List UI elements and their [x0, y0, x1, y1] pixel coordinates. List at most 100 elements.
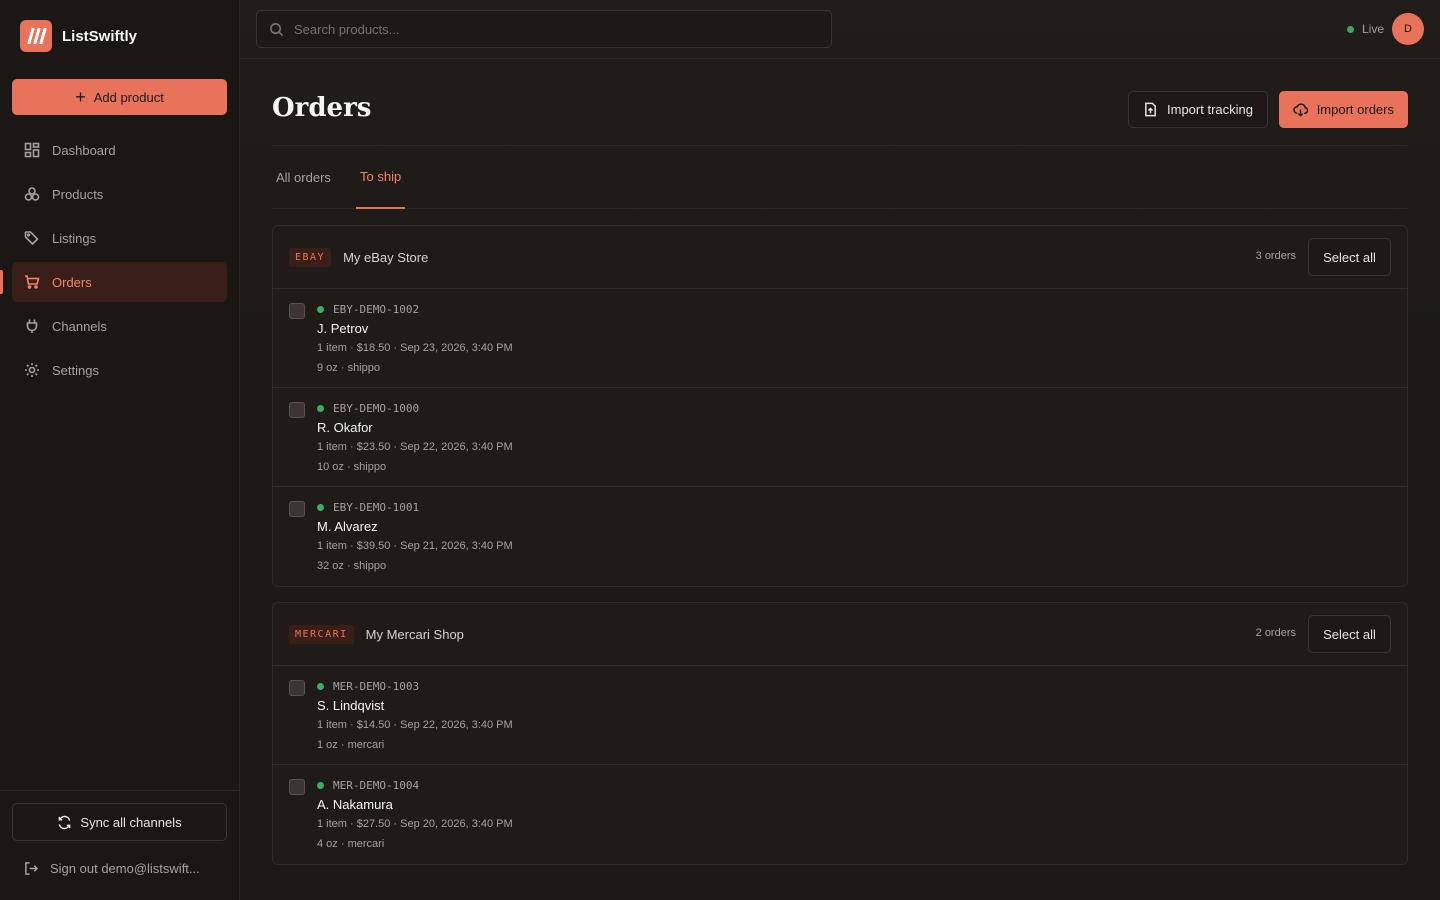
- order-id: MER-DEMO-1004: [317, 779, 419, 792]
- store-name: My eBay Store: [343, 249, 429, 265]
- store-name: My Mercari Shop: [365, 626, 464, 642]
- buyer-name: A. Nakamura: [317, 797, 393, 812]
- sign-out-label: Sign out demo@listswift...: [50, 861, 200, 876]
- order-checkbox[interactable]: [289, 779, 305, 795]
- channel-group-mercari: MERCARI My Mercari Shop 2 orders Select …: [272, 602, 1408, 865]
- order-row[interactable]: EBY-DEMO-1002 J. Petrov 1 item · $18.50 …: [273, 289, 1407, 388]
- order-count: 2 orders: [1255, 627, 1296, 639]
- tag-icon: [24, 231, 39, 246]
- import-tracking-button[interactable]: Import tracking: [1128, 91, 1268, 128]
- brand[interactable]: ListSwiftly: [0, 0, 239, 72]
- order-row[interactable]: EBY-DEMO-1001 M. Alvarez 1 item · $39.50…: [273, 487, 1407, 586]
- buyer-name: J. Petrov: [317, 321, 369, 336]
- cloud-download-icon: [1292, 103, 1308, 117]
- order-meta: 1 item · $23.50 · Sep 22, 2026, 3:40 PM: [317, 441, 513, 453]
- status-dot: [317, 683, 324, 690]
- live-status: Live: [1346, 22, 1384, 36]
- import-orders-button[interactable]: Import orders: [1278, 91, 1408, 128]
- search-icon: [270, 22, 284, 36]
- sidebar-item-settings[interactable]: Settings: [12, 350, 227, 390]
- tab-to-ship[interactable]: To ship: [356, 146, 406, 209]
- order-id: MER-DEMO-1003: [317, 680, 419, 693]
- import-orders-label: Import orders: [1316, 102, 1394, 117]
- order-row[interactable]: MER-DEMO-1004 A. Nakamura 1 item · $27.5…: [273, 765, 1407, 864]
- order-checkbox[interactable]: [289, 680, 305, 696]
- sidebar-item-orders[interactable]: Orders: [0, 262, 227, 302]
- shipping-meta: 1 oz · mercari: [317, 739, 385, 751]
- orders-content: Orders Import tracking Import orders All…: [272, 59, 1408, 865]
- dashboard-icon: [24, 142, 40, 158]
- sidebar-item-label: Settings: [52, 362, 99, 378]
- sidebar-item-listings[interactable]: Listings: [12, 218, 227, 258]
- brand-name: ListSwiftly: [62, 27, 138, 45]
- file-upload-icon: [1145, 102, 1156, 117]
- order-id-text: EBY-DEMO-1000: [333, 402, 420, 415]
- order-checkbox[interactable]: [289, 303, 305, 319]
- order-id-text: EBY-DEMO-1002: [333, 303, 420, 316]
- order-id-text: MER-DEMO-1003: [333, 680, 420, 693]
- channel-tag: EBAY: [289, 247, 332, 267]
- order-row[interactable]: EBY-DEMO-1000 R. Okafor 1 item · $23.50 …: [273, 388, 1407, 487]
- select-all-button[interactable]: Select all: [1308, 615, 1391, 653]
- order-meta: 1 item · $27.50 · Sep 20, 2026, 3:40 PM: [317, 818, 513, 830]
- sync-label: Sync all channels: [80, 814, 182, 830]
- order-id: EBY-DEMO-1000: [317, 402, 419, 415]
- sidebar-item-label: Orders: [52, 274, 92, 290]
- status-dot: [317, 306, 324, 313]
- order-meta: 1 item · $14.50 · Sep 22, 2026, 3:40 PM: [317, 719, 513, 731]
- channel-tag: MERCARI: [289, 624, 354, 644]
- select-all-button[interactable]: Select all: [1308, 238, 1391, 276]
- main-area: Live D Orders Import tracking Import ord…: [240, 0, 1440, 900]
- cart-icon: [25, 275, 40, 289]
- order-checkbox[interactable]: [289, 501, 305, 517]
- shipping-meta: 10 oz · shippo: [317, 461, 387, 473]
- group-header: MERCARI My Mercari Shop 2 orders Select …: [273, 603, 1407, 666]
- shipping-meta: 32 oz · shippo: [317, 560, 387, 572]
- topbar: Live D: [240, 0, 1440, 59]
- order-row[interactable]: MER-DEMO-1003 S. Lindqvist 1 item · $14.…: [273, 666, 1407, 765]
- sidebar-item-label: Dashboard: [52, 142, 116, 158]
- status-dot: [1346, 25, 1354, 33]
- avatar[interactable]: D: [1392, 13, 1424, 45]
- sidebar-item-label: Listings: [52, 230, 97, 246]
- search-input[interactable]: [294, 21, 814, 37]
- order-id: EBY-DEMO-1001: [317, 501, 419, 514]
- buyer-name: R. Okafor: [317, 420, 373, 435]
- group-header: EBAY My eBay Store 3 orders Select all: [273, 226, 1407, 289]
- buyer-name: M. Alvarez: [317, 519, 378, 534]
- search-box[interactable]: [256, 10, 832, 48]
- plug-icon: [26, 319, 38, 333]
- page-header: Orders Import tracking Import orders: [272, 59, 1408, 146]
- shipping-meta: 9 oz · shippo: [317, 362, 380, 374]
- channel-group-ebay: EBAY My eBay Store 3 orders Select all E…: [272, 225, 1408, 587]
- sign-out-button[interactable]: Sign out demo@listswift...: [24, 861, 224, 876]
- add-product-button[interactable]: + Add product: [12, 79, 227, 115]
- order-count: 3 orders: [1255, 250, 1296, 262]
- order-meta: 1 item · $18.50 · Sep 23, 2026, 3:40 PM: [317, 342, 513, 354]
- order-id: EBY-DEMO-1002: [317, 303, 419, 316]
- sidebar-item-channels[interactable]: Channels: [12, 306, 227, 346]
- add-product-label: Add product: [93, 89, 164, 105]
- gear-icon: [25, 363, 39, 377]
- sidebar-item-label: Products: [52, 186, 104, 202]
- status-dot: [317, 782, 324, 789]
- page-title: Orders: [272, 93, 372, 123]
- order-id-text: MER-DEMO-1004: [333, 779, 420, 792]
- buyer-name: S. Lindqvist: [317, 698, 385, 713]
- status-dot: [317, 504, 324, 511]
- import-tracking-label: Import tracking: [1167, 102, 1253, 117]
- tab-all-orders[interactable]: All orders: [272, 146, 335, 208]
- sidebar-item-dashboard[interactable]: Dashboard: [12, 130, 227, 170]
- live-status-label: Live: [1361, 22, 1384, 36]
- order-checkbox[interactable]: [289, 402, 305, 418]
- orders-tabs: All orders To ship: [272, 146, 1408, 209]
- sync-all-channels-button[interactable]: Sync all channels: [12, 803, 227, 841]
- plus-icon: +: [75, 87, 86, 107]
- sync-icon: [59, 815, 71, 829]
- sidebar-nav: Dashboard Products Listings Orders Chann…: [0, 130, 227, 394]
- shipping-meta: 4 oz · mercari: [317, 838, 385, 850]
- sidebar-item-products[interactable]: Products: [12, 174, 227, 214]
- logout-icon: [25, 862, 39, 875]
- order-id-text: EBY-DEMO-1001: [333, 501, 420, 514]
- products-icon: [24, 187, 40, 201]
